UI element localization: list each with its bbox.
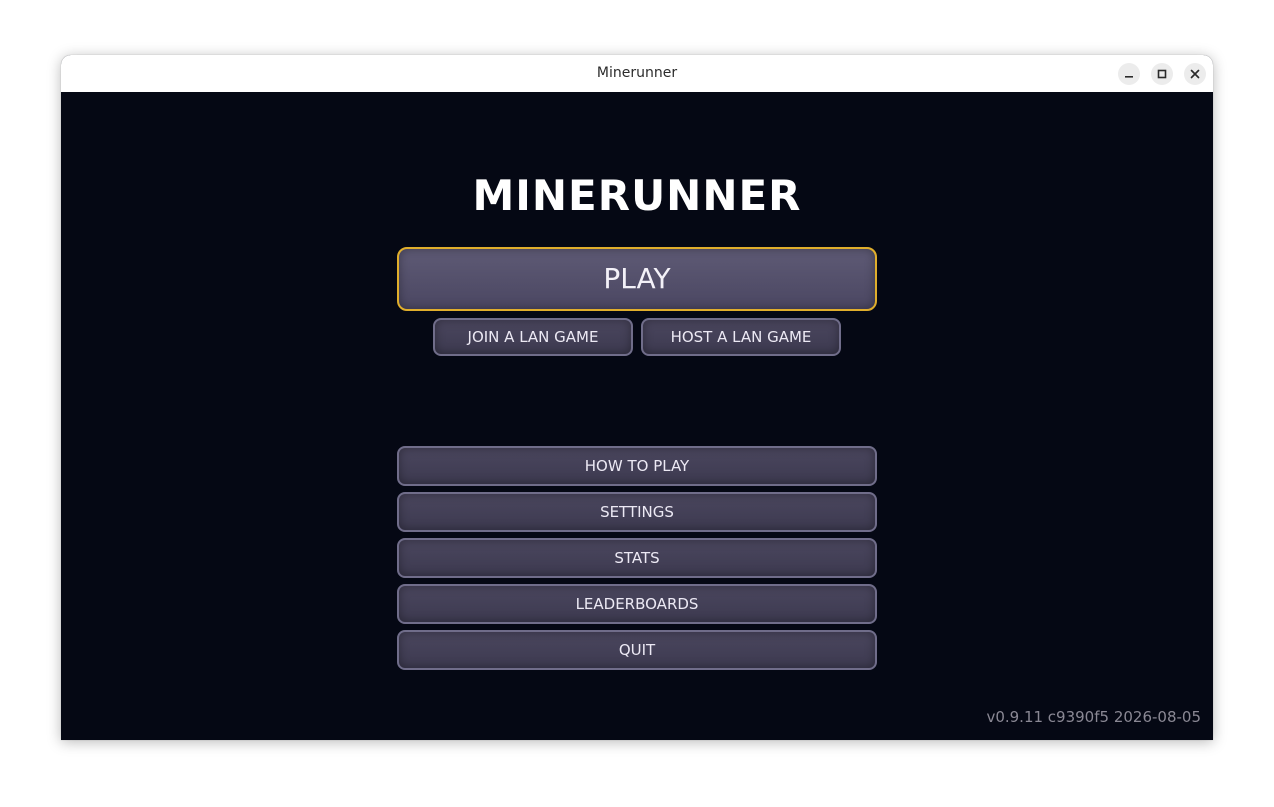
app-window: Minerunner MINERUNNER PLAY JOIN A LAN GA… (61, 55, 1213, 740)
maximize-button[interactable] (1151, 63, 1173, 85)
settings-button[interactable]: SETTINGS (397, 492, 877, 532)
play-button[interactable]: PLAY (397, 247, 877, 311)
game-title: MINERUNNER (472, 171, 802, 220)
game-main-menu: MINERUNNER PLAY JOIN A LAN GAME HOST A L… (61, 92, 1213, 740)
leaderboards-button[interactable]: LEADERBOARDS (397, 584, 877, 624)
close-icon (1190, 69, 1200, 79)
quit-button[interactable]: QUIT (397, 630, 877, 670)
close-button[interactable] (1184, 63, 1206, 85)
how-to-play-button[interactable]: HOW TO PLAY (397, 446, 877, 486)
maximize-icon (1157, 69, 1167, 79)
title-bar[interactable]: Minerunner (61, 55, 1213, 93)
window-title: Minerunner (596, 65, 678, 81)
stats-button[interactable]: STATS (397, 538, 877, 578)
host-lan-game-button[interactable]: HOST A LAN GAME (641, 318, 841, 356)
join-lan-game-button[interactable]: JOIN A LAN GAME (433, 318, 633, 356)
version-label: v0.9.11 c9390f5 2026-08-05 (986, 708, 1201, 726)
minimize-icon (1124, 69, 1134, 79)
minimize-button[interactable] (1118, 63, 1140, 85)
